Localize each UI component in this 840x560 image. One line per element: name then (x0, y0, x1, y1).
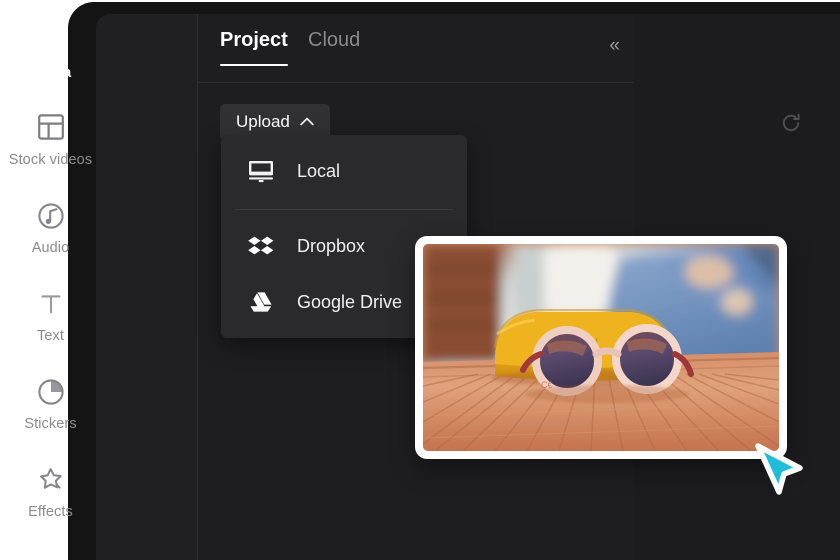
chevron-up-icon (300, 114, 314, 129)
menu-item-label: Local (297, 160, 341, 181)
sidebar-item-stickers[interactable]: Stickers (0, 377, 101, 432)
text-t-icon (0, 289, 101, 323)
sticker-circle-icon (0, 377, 101, 411)
sidebar-item-audio[interactable]: Audio (0, 201, 101, 256)
tab-cloud[interactable]: Cloud (308, 29, 360, 52)
layout-grid-icon (0, 113, 101, 147)
menu-item-label: Google Drive (297, 291, 403, 312)
sidebar-item-label: Audio (31, 240, 70, 256)
tab-project[interactable]: Project (220, 29, 288, 66)
sidebar-item-label: Effects (28, 504, 73, 520)
panel-tabs: Project Cloud « (198, 14, 634, 69)
sparkle-star-icon (0, 465, 101, 499)
sidebar-item-label: Stock videos (8, 152, 93, 168)
sidebar-item-label: Media (29, 65, 72, 81)
google-drive-icon (247, 289, 279, 315)
dropbox-icon (247, 233, 279, 259)
chevron-double-left-icon[interactable]: « (609, 36, 619, 55)
menu-divider (235, 209, 453, 210)
media-play-rect-icon (0, 26, 101, 60)
refresh-icon (782, 113, 800, 132)
media-thumbnail-card[interactable]: AbCdef (415, 236, 787, 459)
music-note-circle-icon (0, 201, 101, 235)
sidebar-item-media[interactable]: Media (0, 26, 101, 81)
menu-item-label: Dropbox (297, 235, 366, 256)
sidebar-item-label: Stickers (24, 416, 77, 432)
app-root: Media Stock videos Audio Text Stickers E… (0, 0, 840, 560)
monitor-icon (247, 158, 279, 184)
svg-text:C€: C€ (541, 380, 553, 390)
sidebar-item-text[interactable]: Text (0, 289, 101, 344)
sunglasses-thumbnail: AbCdef (423, 244, 779, 451)
tabs-bottom-border (198, 82, 634, 83)
sidebar-rail (96, 14, 197, 560)
sidebar-item-label: Text (37, 328, 64, 344)
sidebar-item-effects[interactable]: Effects (0, 465, 101, 520)
sidebar-item-stock-videos[interactable]: Stock videos (0, 113, 101, 168)
menu-item-local[interactable]: Local (221, 143, 467, 199)
upload-button-label: Upload (236, 112, 290, 131)
refresh-button[interactable] (779, 111, 803, 135)
